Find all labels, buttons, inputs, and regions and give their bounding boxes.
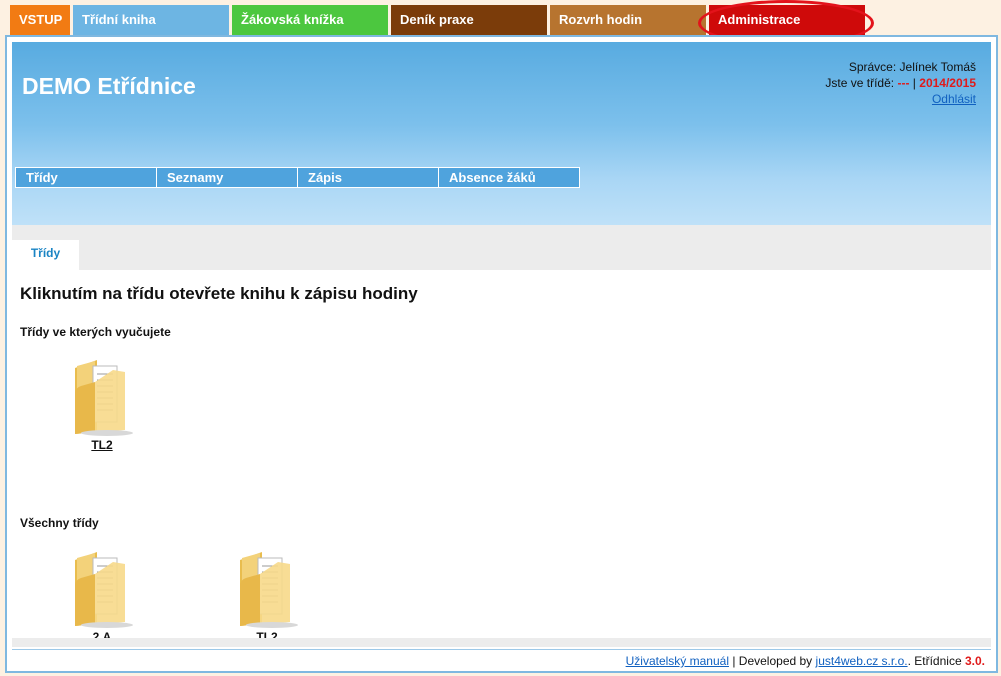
page-header: DEMO Etřídnice Správce: Jelínek Tomáš Js…	[12, 42, 991, 225]
subnav-tridy[interactable]: Třídy	[16, 168, 156, 187]
tab-tridy[interactable]: Třídy	[12, 240, 79, 270]
class-folder-2a[interactable]: 2.A	[57, 546, 147, 644]
company-link[interactable]: just4web.cz s.r.o.	[816, 654, 908, 668]
nav-tab-administrace[interactable]: Administrace	[709, 5, 865, 35]
top-navigation: VSTUP Třídní kniha Žákovská knížka Deník…	[0, 0, 1001, 46]
main-frame: DEMO Etřídnice Správce: Jelínek Tomáš Js…	[5, 35, 998, 673]
separator: |	[912, 76, 916, 90]
class-name[interactable]: TL2	[57, 438, 147, 452]
class-line: Jste ve třídě: --- | 2014/2015	[825, 75, 976, 91]
version-number: 3.0	[964, 654, 982, 668]
product-name: Etřídnice	[914, 654, 962, 668]
admin-line: Správce: Jelínek Tomáš	[825, 59, 976, 75]
admin-name: Jelínek Tomáš	[899, 60, 976, 74]
class-folder-tl2[interactable]: TL2	[222, 546, 312, 644]
nav-tab-rozvrh-hodin[interactable]: Rozvrh hodin	[550, 5, 706, 35]
nav-tab-vstup[interactable]: VSTUP	[10, 5, 70, 35]
footer: Uživatelský manuál | Developed by just4w…	[12, 649, 991, 671]
developed-by-text: Developed by	[738, 654, 813, 668]
nav-tab-zakovska-knizka[interactable]: Žákovská knížka	[232, 5, 388, 35]
content-area: Kliknutím na třídu otevřete knihu k zápi…	[12, 270, 991, 644]
current-class: ---	[897, 76, 910, 90]
page-heading: Kliknutím na třídu otevřete knihu k zápi…	[20, 284, 418, 303]
content-bottom-bar	[12, 638, 991, 647]
school-year: 2014/2015	[919, 76, 976, 90]
user-manual-link[interactable]: Uživatelský manuál	[626, 654, 729, 668]
nav-tab-denik-praxe[interactable]: Deník praxe	[391, 5, 547, 35]
folder-icon	[75, 552, 133, 628]
admin-label: Správce:	[848, 60, 897, 74]
subnav-absence-zaku[interactable]: Absence žáků	[439, 168, 579, 187]
version-suffix: .	[981, 654, 985, 668]
nav-tab-tridni-kniha[interactable]: Třídní kniha	[73, 5, 229, 35]
teaching-classes-label: Třídy ve kterých vyučujete	[20, 325, 171, 339]
class-label: Jste ve třídě:	[825, 76, 895, 90]
folder-icon	[240, 552, 298, 628]
subnav-seznamy[interactable]: Seznamy	[157, 168, 297, 187]
tab-strip: Třídy	[12, 225, 991, 270]
logout-link[interactable]: Odhlásit	[932, 92, 976, 106]
sub-navigation: Třídy Seznamy Zápis Absence žáků	[15, 167, 580, 188]
user-info: Správce: Jelínek Tomáš Jste ve třídě: --…	[825, 59, 976, 107]
footer-separator: |	[732, 654, 736, 668]
folder-icon	[75, 360, 133, 436]
class-folder-teaching-tl2[interactable]: TL2	[57, 354, 147, 452]
footer-period: .	[907, 654, 911, 668]
app-title: DEMO Etřídnice	[22, 73, 196, 99]
all-classes-label: Všechny třídy	[20, 516, 99, 530]
subnav-zapis[interactable]: Zápis	[298, 168, 438, 187]
